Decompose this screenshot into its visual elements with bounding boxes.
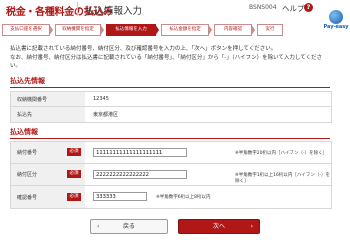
step-3-current: 払込情報を入力 [106, 24, 156, 36]
confirmation-number-input[interactable] [93, 192, 147, 201]
payment-section-title: 払込情報 [10, 128, 38, 136]
payee-value-institution: 12345 [93, 96, 109, 102]
confirmation-number-hint: ※半角数字6桁以上8桁以内 [156, 195, 211, 200]
payee-section-divider [10, 87, 330, 88]
payee-label-institution: 収納機関番号 [11, 92, 85, 106]
step-arrow-icon [208, 24, 212, 36]
payee-value-recipient: 東京都港区 [93, 112, 119, 118]
chevron-left-icon: ‹ [97, 223, 100, 230]
page-subtitle: 払込情報入力 [85, 6, 143, 17]
payee-section-title: 払込先情報 [10, 77, 45, 85]
step-arrow-icon [251, 24, 255, 36]
required-badge: 必須 [67, 148, 81, 156]
step-5: 内容確認 [214, 24, 252, 36]
form-row-confirmation-number: 確認番号 必須 ※半角数字6桁以上8桁以内 [11, 185, 331, 208]
pay-easy-logo: Pay-easy [322, 10, 350, 36]
step-arrow-icon [49, 24, 53, 36]
step-6: 実行 [257, 24, 283, 36]
help-icon[interactable]: ? [304, 3, 313, 12]
logo-text: Pay-easy [323, 24, 349, 30]
form-row-payment-category: 納付区分 必須 ※半角数字1桁以上16桁以内［ハイフン（-）を除く］ [11, 163, 331, 185]
table-row: 払込先 東京都港区 [11, 106, 331, 122]
payee-label-recipient: 払込先 [11, 107, 85, 122]
payment-section-divider [10, 138, 330, 139]
table-row: 収納機関番号 12345 [11, 92, 331, 106]
required-badge: 必須 [67, 170, 81, 178]
help-link[interactable]: ヘルプ [282, 3, 305, 14]
header: 税金・各種料金の払込み 払込情報入力 BSNS004 ヘルプ ? [0, 0, 350, 24]
step-1: 支払口座を選択 [2, 24, 50, 36]
payment-category-hint: ※半角数字1桁以上16桁以内［ハイフン（-）を除く］ [235, 173, 330, 184]
step-4: 払込金額を指定 [161, 24, 209, 36]
payee-table: 収納機関番号 12345 払込先 東京都港区 [10, 91, 332, 123]
payment-number-input[interactable] [93, 148, 187, 157]
instructions-line-1: 払込書に記載されている納付番号、納付区分、及び確認番号を入力の上、「次へ」ボタン… [10, 46, 277, 52]
screen-code: BSNS004 [249, 4, 277, 11]
required-badge: 必須 [67, 193, 81, 201]
instructions: 払込書に記載されている納付番号、納付区分、及び確認番号を入力の上、「次へ」ボタン… [10, 45, 330, 71]
payment-category-input[interactable] [93, 170, 187, 179]
chevron-right-icon: › [250, 223, 253, 230]
instructions-line-2: なお、納付番号、納付区分は払込書に記載されている「納付番号」、「納付区分」から「… [10, 54, 323, 70]
title-divider [77, 2, 78, 16]
next-button-label: 次へ [212, 223, 225, 230]
back-button[interactable]: ‹ 戻る [90, 219, 168, 234]
payment-form-table: 納付番号 必須 ※半角数字20桁以内［ハイフン（-）を除く］ 納付区分 必須 ※… [10, 141, 332, 209]
step-2: 収納機関を指定 [55, 24, 101, 36]
step-arrow-icon [155, 24, 159, 36]
back-button-label: 戻る [122, 223, 135, 230]
step-arrow-icon [100, 24, 104, 36]
payment-number-hint: ※半角数字20桁以内［ハイフン（-）を除く］ [235, 151, 328, 156]
form-row-payment-number: 納付番号 必須 ※半角数字20桁以内［ハイフン（-）を除く］ [11, 142, 331, 163]
next-button[interactable]: 次へ › [178, 219, 260, 234]
logo-ball-icon [329, 10, 343, 24]
